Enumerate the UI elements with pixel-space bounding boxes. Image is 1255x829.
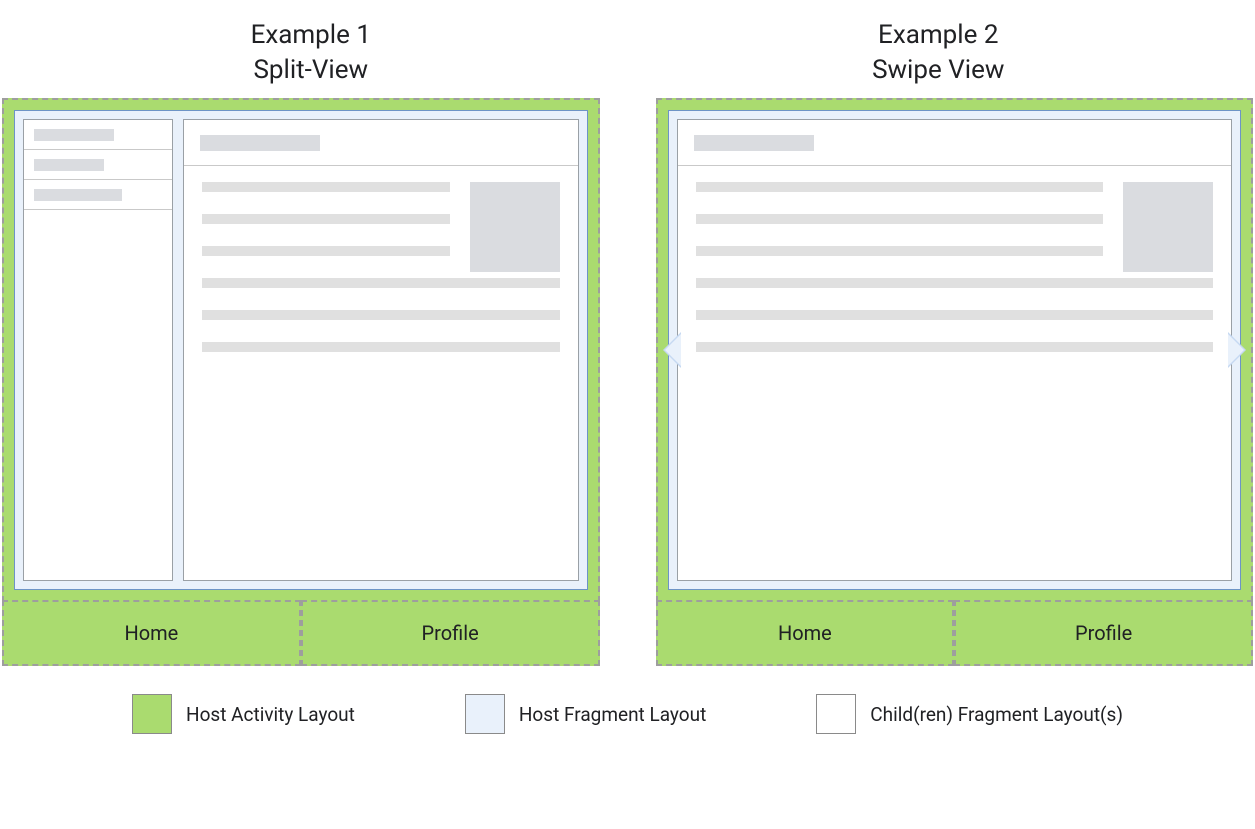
list-item: [24, 180, 172, 210]
placeholder-title: [694, 135, 814, 151]
swipe-right-arrow-icon[interactable]: [1228, 332, 1246, 368]
placeholder-line: [696, 182, 1104, 192]
tab-profile-label: Profile: [422, 621, 479, 645]
placeholder-line: [202, 182, 450, 192]
tab-row-1: Home Profile: [2, 602, 600, 666]
child-fragment-detail: [183, 119, 579, 581]
tab-home-label: Home: [778, 621, 832, 645]
host-activity-layout-2: [656, 98, 1254, 602]
legend-item-host-activity: Host Activity Layout: [132, 694, 355, 734]
legend-swatch-white: [816, 694, 856, 734]
titles-row: Example 1 Split-View Example 2 Swipe Vie…: [0, 0, 1255, 98]
detail-header: [184, 120, 578, 166]
list-item: [24, 150, 172, 180]
placeholder-line: [202, 342, 560, 352]
placeholder-bar: [34, 189, 122, 201]
examples-row: Home Profile: [0, 98, 1255, 666]
example1-title-line1: Example 1: [251, 18, 371, 53]
tab-home[interactable]: Home: [2, 600, 301, 666]
example2-title-line2: Swipe View: [872, 53, 1004, 88]
placeholder-bar: [34, 159, 104, 171]
placeholder-title: [200, 135, 320, 151]
placeholder-line: [202, 310, 560, 320]
placeholder-line: [696, 310, 1214, 320]
legend-label-host-activity: Host Activity Layout: [186, 703, 355, 726]
placeholder-line: [202, 278, 560, 288]
tab-profile[interactable]: Profile: [301, 600, 600, 666]
example2: Home Profile: [656, 98, 1254, 666]
placeholder-line: [202, 246, 450, 256]
child-fragment-swipe: [677, 119, 1233, 581]
tab-profile[interactable]: Profile: [954, 600, 1253, 666]
example2-title: Example 2 Swipe View: [872, 18, 1004, 88]
legend-label-child-fragment: Child(ren) Fragment Layout(s): [870, 703, 1123, 726]
tab-home[interactable]: Home: [656, 600, 955, 666]
placeholder-thumbnail: [1123, 182, 1213, 272]
legend-label-host-fragment: Host Fragment Layout: [519, 703, 706, 726]
placeholder-line: [696, 246, 1104, 256]
legend-item-child-fragment: Child(ren) Fragment Layout(s): [816, 694, 1123, 734]
legend-item-host-fragment: Host Fragment Layout: [465, 694, 706, 734]
placeholder-line: [202, 214, 450, 224]
example1: Home Profile: [2, 98, 600, 666]
legend: Host Activity Layout Host Fragment Layou…: [0, 694, 1255, 734]
host-fragment-layout-2: [668, 110, 1242, 590]
placeholder-thumbnail: [470, 182, 560, 272]
tab-home-label: Home: [124, 621, 178, 645]
host-activity-layout-1: [2, 98, 600, 602]
detail-body: [184, 166, 578, 390]
child-fragment-list: [23, 119, 173, 581]
tab-row-2: Home Profile: [656, 602, 1254, 666]
example1-title-line2: Split-View: [251, 53, 371, 88]
detail-header: [678, 120, 1232, 166]
placeholder-bar: [34, 129, 114, 141]
example2-title-line1: Example 2: [872, 18, 1004, 53]
list-item: [24, 120, 172, 150]
tab-profile-label: Profile: [1075, 621, 1132, 645]
host-fragment-layout-1: [14, 110, 588, 590]
placeholder-line: [696, 278, 1214, 288]
legend-swatch-green: [132, 694, 172, 734]
legend-swatch-blue: [465, 694, 505, 734]
detail-body: [678, 166, 1232, 390]
placeholder-line: [696, 342, 1214, 352]
placeholder-line: [696, 214, 1104, 224]
example1-title: Example 1 Split-View: [251, 18, 371, 88]
